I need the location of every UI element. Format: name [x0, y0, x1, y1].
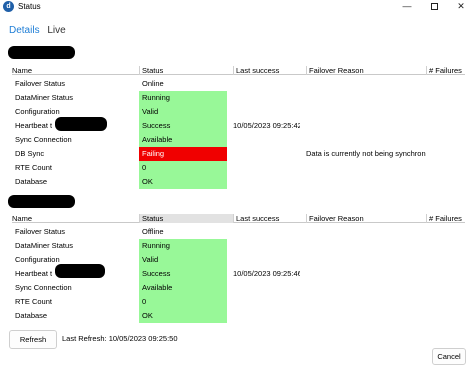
- status-grid-2: Name Status Last success Failover Reason…: [12, 214, 465, 326]
- row-name: DataMiner Status: [15, 93, 73, 102]
- status-grid-1: Name Status Last success Failover Reason…: [12, 66, 465, 192]
- last-success-cell: 10/05/2023 09:25:46: [233, 269, 300, 278]
- status-cell: Online: [142, 79, 164, 88]
- column-header-status[interactable]: Status: [139, 66, 233, 75]
- app-logo-icon: d: [3, 1, 14, 12]
- row-name: Heartbeat t: [15, 269, 53, 278]
- title-bar: d Status — ✕: [0, 0, 474, 14]
- cancel-button[interactable]: Cancel: [432, 348, 466, 365]
- row-name: DB Sync: [15, 149, 45, 158]
- column-header-last-success[interactable]: Last success: [233, 214, 306, 223]
- refresh-button[interactable]: Refresh: [9, 330, 57, 349]
- table-row[interactable]: Sync Connection Available: [12, 133, 465, 147]
- table-row[interactable]: Failover Status Offline: [12, 225, 465, 239]
- status-cell: 0: [139, 161, 227, 175]
- column-header-failures[interactable]: # Failures: [426, 214, 465, 223]
- status-cell: Running: [139, 91, 227, 105]
- row-name: Configuration: [15, 255, 60, 264]
- status-cell: Available: [139, 281, 227, 295]
- status-cell: Offline: [142, 227, 164, 236]
- tab-details[interactable]: Details: [9, 25, 40, 36]
- row-name: RTE Count: [15, 297, 52, 306]
- row-name: RTE Count: [15, 163, 52, 172]
- column-header-failover-reason[interactable]: Failover Reason: [306, 214, 426, 223]
- redacted-agent-name-1: [8, 46, 75, 59]
- last-success-cell: 10/05/2023 09:25:42: [233, 121, 300, 130]
- maximize-button[interactable]: [421, 0, 447, 13]
- tab-bar: Details Live: [9, 25, 71, 36]
- tab-live[interactable]: Live: [47, 25, 65, 36]
- status-cell: Valid: [139, 105, 227, 119]
- close-button[interactable]: ✕: [448, 0, 474, 13]
- table-row[interactable]: Heartbeat t Success 10/05/2023 09:25:42: [12, 119, 465, 133]
- column-header-status[interactable]: Status: [139, 214, 233, 223]
- last-refresh-text: Last Refresh: 10/05/2023 09:25:50: [62, 334, 178, 343]
- maximize-icon: [430, 3, 438, 11]
- table-row[interactable]: RTE Count 0: [12, 161, 465, 175]
- table-row[interactable]: Heartbeat t Success 10/05/2023 09:25:46: [12, 267, 465, 281]
- status-cell: OK: [139, 309, 227, 323]
- column-header-name[interactable]: Name: [12, 214, 139, 223]
- column-header-failures[interactable]: # Failures: [426, 66, 465, 75]
- row-name: Configuration: [15, 107, 60, 116]
- window-title: Status: [18, 2, 41, 11]
- row-name: Database: [15, 311, 48, 320]
- grid-header: Name Status Last success Failover Reason…: [12, 214, 465, 223]
- table-row[interactable]: Database OK: [12, 175, 465, 189]
- status-cell: Success: [139, 267, 227, 281]
- row-name: Heartbeat t: [15, 121, 53, 130]
- status-cell: Valid: [139, 253, 227, 267]
- minimize-button[interactable]: —: [394, 0, 420, 13]
- redacted-agent-name-2: [8, 195, 75, 208]
- table-row[interactable]: Failover Status Online: [12, 77, 465, 91]
- row-name: Sync Connection: [15, 135, 72, 144]
- status-cell: Failing: [139, 147, 227, 161]
- table-row[interactable]: DataMiner Status Running: [12, 239, 465, 253]
- column-header-failover-reason[interactable]: Failover Reason: [306, 66, 426, 75]
- table-row[interactable]: Configuration Valid: [12, 253, 465, 267]
- table-row[interactable]: DB Sync Failing Data is currently not bein…: [12, 147, 465, 161]
- status-cell: Running: [139, 239, 227, 253]
- column-header-name[interactable]: Name: [12, 66, 139, 75]
- table-row[interactable]: RTE Count 0: [12, 295, 465, 309]
- row-name: Failover Status: [15, 227, 66, 236]
- table-row[interactable]: Configuration Valid: [12, 105, 465, 119]
- status-cell: OK: [139, 175, 227, 189]
- column-header-last-success[interactable]: Last success: [233, 66, 306, 75]
- table-row[interactable]: Database OK: [12, 309, 465, 323]
- grid-header: Name Status Last success Failover Reason…: [12, 66, 465, 75]
- status-cell: Success: [139, 119, 227, 133]
- table-row[interactable]: Sync Connection Available: [12, 281, 465, 295]
- status-cell: Available: [139, 133, 227, 147]
- table-row[interactable]: DataMiner Status Running: [12, 91, 465, 105]
- status-cell: 0: [139, 295, 227, 309]
- failover-reason-cell: Data is currently not being synchronized: [306, 149, 426, 158]
- row-name: DataMiner Status: [15, 241, 73, 250]
- row-name: Failover Status: [15, 79, 66, 88]
- row-name: Database: [15, 177, 48, 186]
- row-name: Sync Connection: [15, 283, 72, 292]
